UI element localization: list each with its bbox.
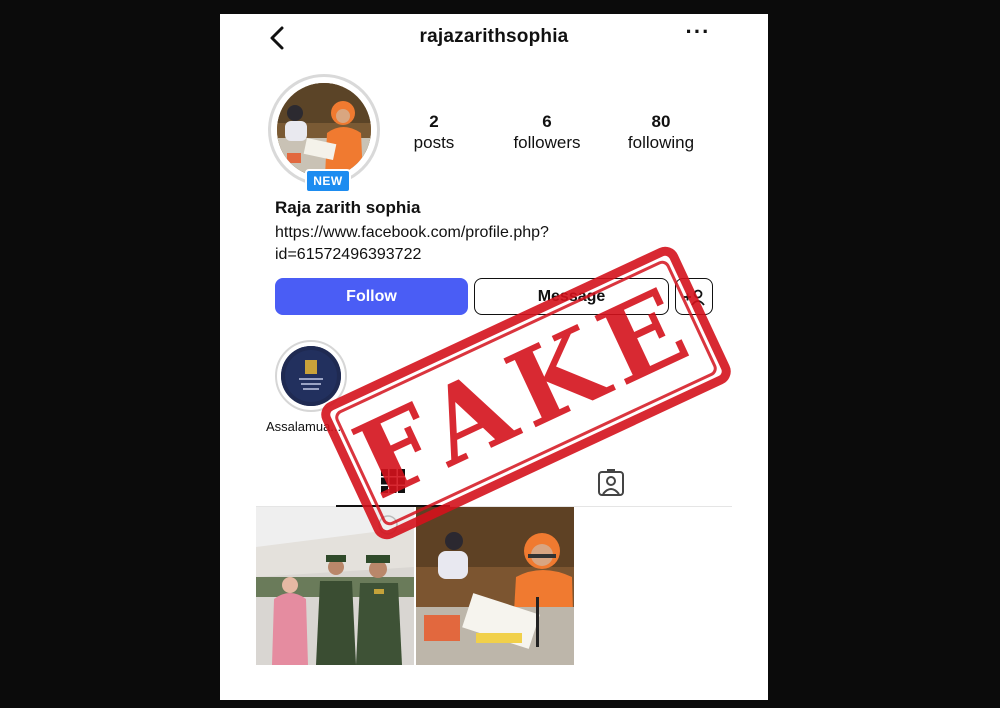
profile-screen: rajazarithsophia ··· NEW 2 posts 6 follo… — [220, 14, 768, 700]
stat-posts[interactable]: 2 posts — [404, 112, 464, 154]
following-count: 80 — [651, 112, 671, 131]
followers-count: 6 — [542, 112, 552, 131]
followers-label: followers — [513, 133, 581, 152]
story-highlight[interactable] — [275, 340, 347, 412]
following-label: following — [627, 133, 695, 152]
post-thumbnail[interactable] — [256, 507, 414, 665]
highlight-image — [281, 346, 341, 406]
add-user-button[interactable] — [675, 278, 713, 315]
display-name: Raja zarith sophia — [275, 198, 421, 217]
add-person-icon — [684, 289, 705, 306]
tagged-icon[interactable] — [596, 468, 626, 498]
posts-label: posts — [413, 133, 455, 152]
new-badge: NEW — [305, 169, 351, 193]
grid-icon — [381, 469, 405, 493]
message-button[interactable]: Message — [474, 278, 669, 315]
bio-link-line-1: https://www.facebook.com/profile.php? — [275, 224, 549, 241]
highlight-label: Assalamua... — [266, 419, 342, 434]
stat-following[interactable]: 80 following — [618, 112, 704, 154]
avatar-image — [277, 83, 371, 177]
post-thumbnail[interactable] — [416, 507, 574, 665]
posts-count: 2 — [429, 112, 439, 131]
content-tabs — [256, 460, 732, 507]
follow-button[interactable]: Follow — [275, 278, 468, 315]
more-options-icon[interactable]: ··· — [683, 21, 713, 50]
bio-link[interactable]: https://www.facebook.com/profile.php? id… — [275, 222, 615, 266]
tab-posts-grid[interactable] — [336, 460, 450, 507]
stat-followers[interactable]: 6 followers — [504, 112, 590, 154]
bio-link-line-2: id=61572496393722 — [275, 246, 422, 263]
